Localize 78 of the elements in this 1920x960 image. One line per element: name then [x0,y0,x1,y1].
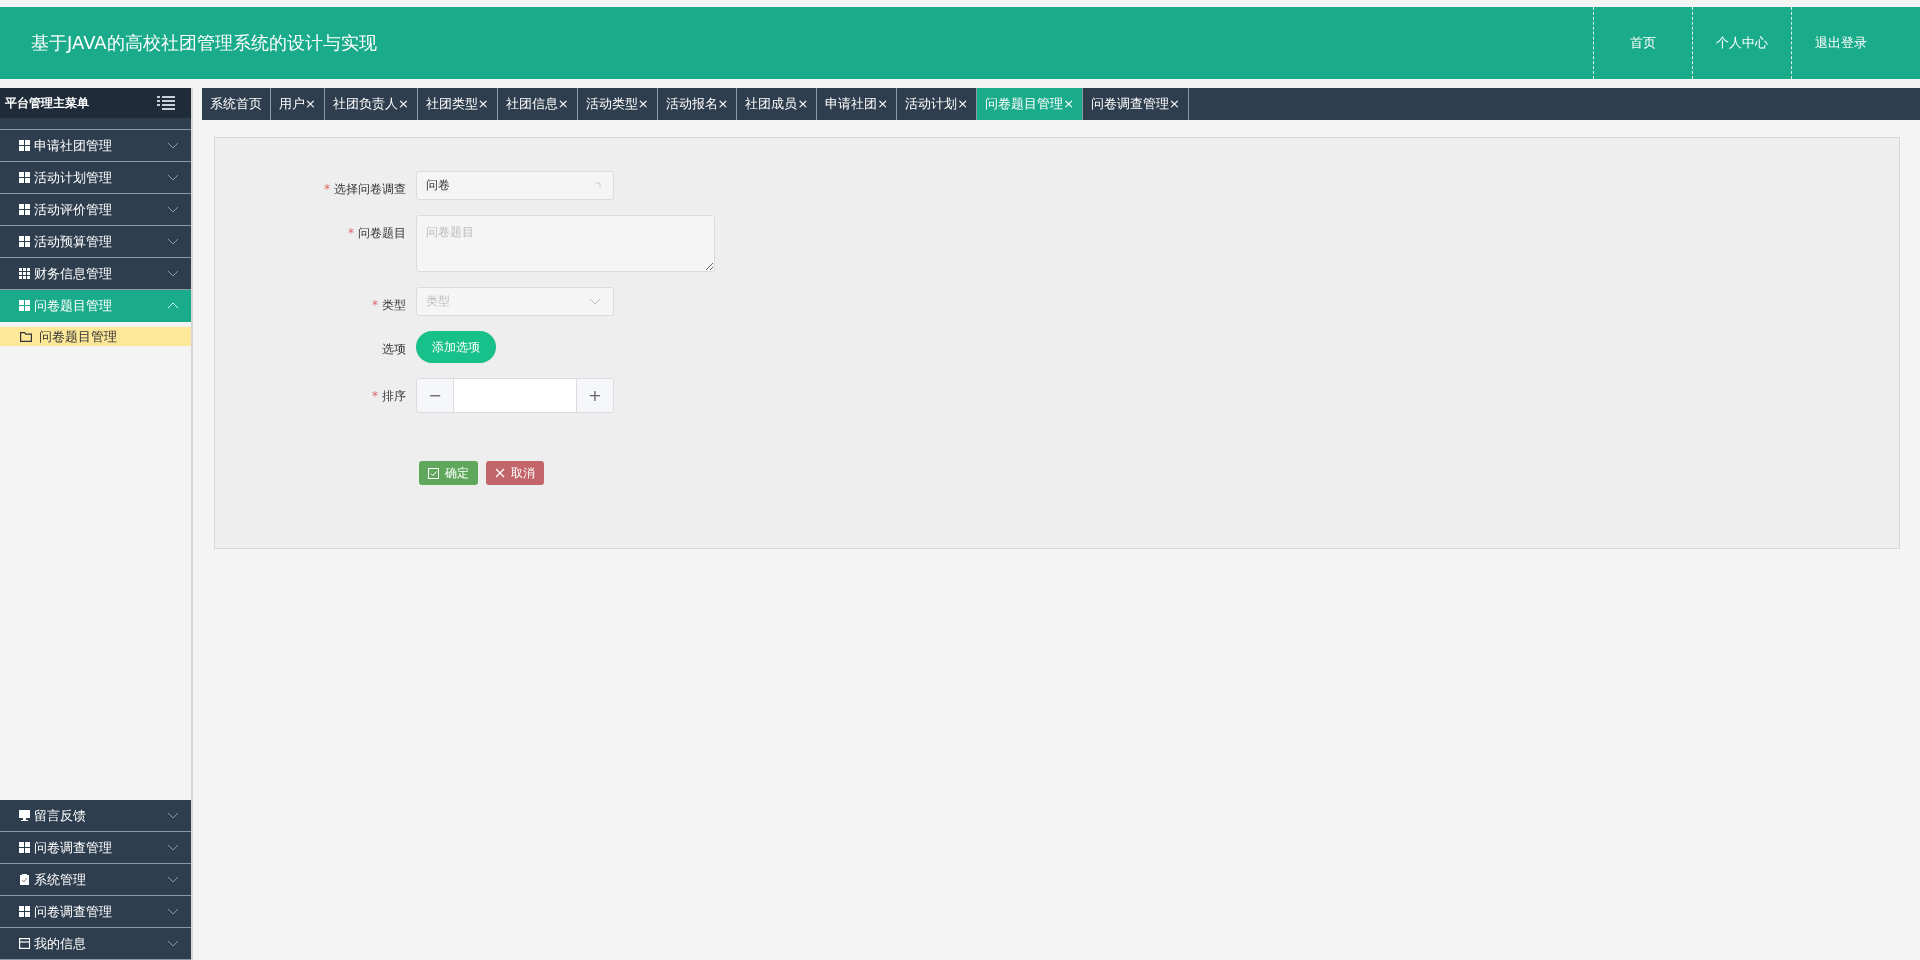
sidebar-item[interactable]: 问卷调查管理 [0,832,191,864]
menu-label: 留言反馈 [34,806,87,825]
field-label: 问卷题目 [358,226,406,240]
field-label: 选择问卷调查 [334,182,406,196]
tab[interactable]: 社团负责人× [324,88,418,120]
grid-icon [19,140,30,151]
menu-label: 申请社团管理 [34,136,113,155]
field-label: 类型 [382,298,406,312]
tab[interactable]: 社团类型× [417,88,498,120]
required-mark: * [348,226,354,240]
tab[interactable]: 用户× [271,88,325,120]
grid-icon [19,236,30,247]
chevron-icon [167,142,179,149]
clipboard-icon [19,874,30,885]
sidebar-item[interactable]: 活动预算管理 [0,226,191,258]
menu-label: 活动预算管理 [34,232,113,251]
sidebar-title: 平台管理主菜单 [5,94,89,112]
table-icon [19,268,30,279]
select-field[interactable]: 问卷 [416,171,614,200]
menu-label: 问卷题目管理 [34,296,113,315]
sidebar-item[interactable]: 留言反馈 [0,800,191,832]
required-mark: * [324,182,330,196]
increment-button[interactable]: + [577,379,613,412]
menu-label: 我的信息 [34,934,87,953]
app-title: 基于JAVA的高校社团管理系统的设计与实现 [30,31,377,55]
menu-label: 活动计划管理 [34,168,113,187]
menu-label: 活动评价管理 [34,200,113,219]
sidebar-item[interactable]: 问卷调查管理 [0,896,191,928]
menu-label: 问卷调查管理 [34,838,113,857]
sidebar-item[interactable]: 申请社团管理 [0,130,191,162]
chevron-icon [167,812,179,819]
menu-icon[interactable] [157,96,175,110]
tab[interactable]: 问卷调查管理× [1083,88,1189,120]
chevron-icon [167,302,179,309]
caret-icon [595,181,601,190]
menu-label: 问卷调查管理 [34,902,113,921]
sidebar-item[interactable]: 活动计划管理 [0,162,191,194]
cancel-button[interactable]: 取消 [486,461,544,485]
tab[interactable]: 社团信息× [497,88,578,120]
field-label: 选项 [382,342,406,356]
grid-icon [19,172,30,183]
sidebar-item[interactable]: 活动评价管理 [0,194,191,226]
submenu-item[interactable]: 问卷题目管理 [0,327,191,346]
folder-icon [20,331,32,342]
tab[interactable]: 活动报名× [657,88,738,120]
grid-icon [19,204,30,215]
chevron-icon [167,270,179,277]
sidebar-item[interactable] [0,118,191,130]
tab[interactable]: 申请社团× [817,88,898,120]
grid-icon [19,300,30,311]
tab[interactable]: 系统首页 [202,88,271,120]
menu-label: 财务信息管理 [34,264,113,283]
grid-icon [19,906,30,917]
tab[interactable]: 社团成员× [737,88,818,120]
chevron-icon [167,940,179,947]
chevron-icon [167,206,179,213]
submenu-label: 问卷题目管理 [39,327,118,346]
chevron-icon [167,908,179,915]
grid-icon [19,842,30,853]
sidebar-item[interactable]: 财务信息管理 [0,258,191,290]
required-mark: * [372,389,378,403]
chevron-icon [167,174,179,181]
chevron-icon [167,238,179,245]
checkbox-icon [428,467,439,479]
chevron-icon [589,298,601,305]
required-mark: * [372,298,378,312]
number-field[interactable] [453,379,577,412]
field-label: 排序 [382,389,406,403]
sidebar-item[interactable]: 我的信息 [0,928,191,960]
monitor-icon [19,810,30,821]
chevron-icon [167,876,179,883]
close-icon [495,468,505,478]
card-icon [19,938,30,949]
sidebar-item[interactable]: 系统管理 [0,864,191,896]
tab[interactable]: 活动类型× [577,88,658,120]
decrement-button[interactable]: − [417,379,453,412]
menu-label: 系统管理 [34,870,87,889]
chevron-icon [167,844,179,851]
